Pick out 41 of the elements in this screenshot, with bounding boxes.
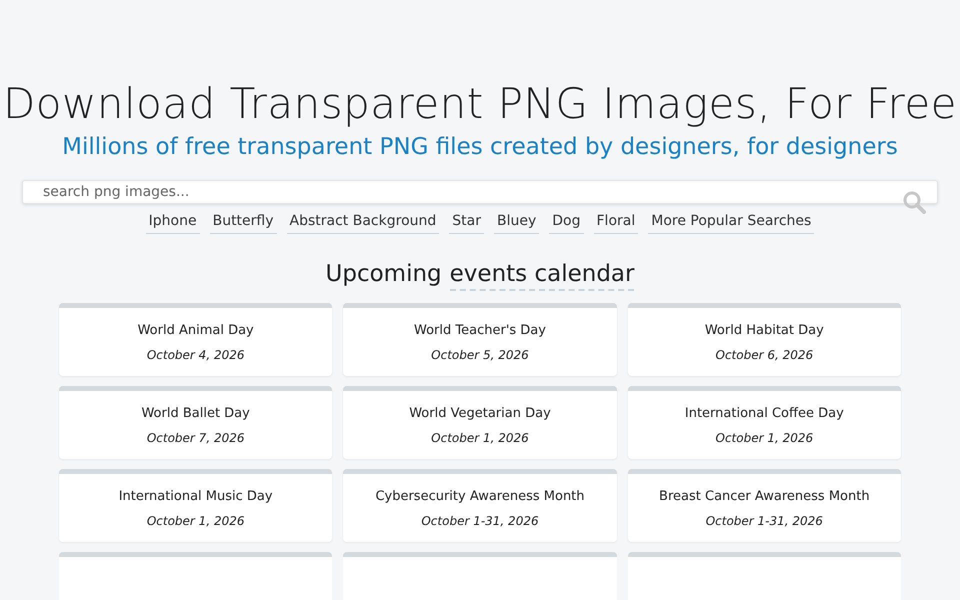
popular-search-link[interactable]: Butterfly [210, 211, 277, 234]
event-date: October 6, 2026 [716, 347, 814, 364]
search-icon[interactable] [902, 190, 926, 214]
calendar-link[interactable]: events calendar [450, 259, 634, 291]
event-card[interactable]: International Music Day October 1, 2026 [59, 469, 332, 542]
event-name: International Music Day [118, 488, 273, 506]
popular-search-link[interactable]: Floral [594, 211, 638, 234]
event-date: October 7, 2026 [146, 430, 244, 447]
event-name: World Animal Day [138, 322, 254, 340]
event-date: October 1, 2026 [431, 430, 529, 447]
event-card[interactable]: Cybersecurity Awareness Month October 1-31, 2026 [343, 469, 617, 542]
popular-search-link[interactable]: More Popular Searches [648, 211, 814, 234]
event-card[interactable]: World Habitat Day October 6, 2026 [628, 303, 901, 376]
event-name: World Vegetarian Day [409, 405, 551, 423]
popular-search-link[interactable]: Dog [549, 211, 584, 234]
event-name: International Coffee Day [684, 405, 844, 423]
event-date: October 1-31, 2026 [706, 513, 823, 530]
event-card[interactable]: World Vegetarian Day October 1, 2026 [343, 386, 617, 459]
section-heading: Upcoming [326, 260, 442, 289]
event-card[interactable]: World Teacher's Day October 5, 2026 [343, 303, 617, 376]
popular-search-link[interactable]: Star [449, 211, 484, 234]
page-title: Download Transparent PNG Images, For Free [2, 78, 958, 130]
event-name: World Ballet Day [141, 405, 250, 423]
event-name: World Teacher's Day [414, 322, 546, 340]
event-date: October 1-31, 2026 [421, 513, 539, 530]
event-date: October 4, 2026 [146, 347, 244, 364]
event-date: October 1, 2026 [716, 430, 814, 447]
popular-search-link[interactable]: Abstract Background [286, 211, 440, 234]
event-name: Breast Cancer Awareness Month [659, 488, 870, 506]
event-card[interactable]: World Animal Day October 4, 2026 [59, 303, 332, 376]
event-card[interactable]: Breast Cancer Awareness Month October 1-31, 2026 [628, 469, 901, 542]
event-card[interactable]: World Ballet Day October 7, 2026 [59, 386, 332, 459]
event-date: October 1, 2026 [146, 513, 244, 530]
popular-search-link[interactable]: Bluey [494, 211, 540, 234]
event-name: World Habitat Day [704, 322, 824, 340]
event-date: October 5, 2026 [431, 347, 529, 364]
event-card[interactable]: International Coffee Day October 1, 2026 [628, 386, 901, 459]
search-field[interactable]: search png images... [22, 180, 938, 204]
event-name: Cybersecurity Awareness Month [375, 488, 585, 506]
popular-search-link[interactable]: Iphone [146, 211, 200, 234]
page-subtitle: Millions of free transparent PNG files created by designers, for designers [62, 133, 898, 162]
